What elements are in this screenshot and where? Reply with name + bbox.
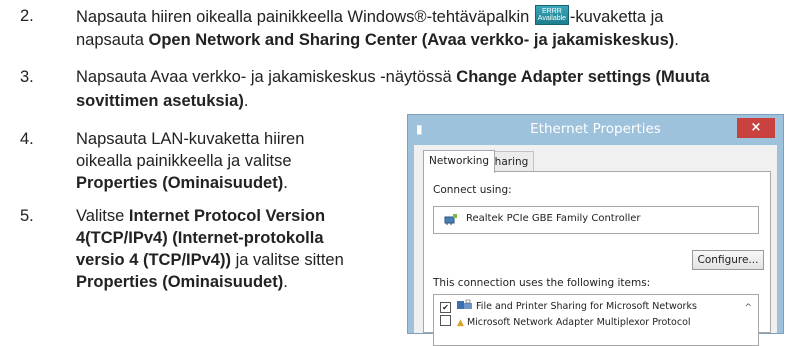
step-bold-text: sovittimen asetuksia) bbox=[76, 92, 244, 110]
network-adapter-icon bbox=[444, 214, 457, 225]
step-bold-text: Internet Protocol Version bbox=[128, 207, 326, 225]
list-item[interactable]: ▲ Microsoft Network Adapter Multiplexor P… bbox=[440, 315, 691, 329]
scroll-up-arrow-icon[interactable]: ^ bbox=[744, 303, 752, 313]
step-text: oikealla painikkeella ja valitse bbox=[76, 152, 292, 170]
ethernet-properties-dialog: ▮ Ethernet Properties × Networking Shari… bbox=[407, 114, 784, 346]
step-number: 3. bbox=[20, 68, 34, 86]
item-label: File and Printer Sharing for Microsoft N… bbox=[476, 301, 697, 312]
items-label: This connection uses the following items… bbox=[433, 277, 651, 289]
step-bold-text: Properties (Ominaisuudet) bbox=[76, 174, 284, 192]
step-text: Valitse bbox=[76, 207, 129, 225]
step-number: 5. bbox=[20, 207, 34, 225]
item-label: Microsoft Network Adapter Multiplexor Pr… bbox=[466, 317, 691, 328]
networking-panel: Connect using: Realtek PCIe GBE Family C… bbox=[423, 171, 771, 346]
step-text: Napsauta LAN-kuvaketta hiiren bbox=[76, 130, 305, 148]
step-bold-text: Change Adapter settings (Muuta bbox=[456, 68, 710, 86]
connection-items-list[interactable]: ✔ File and Printer Sharing for Microsoft… bbox=[433, 294, 759, 346]
close-button[interactable]: × bbox=[737, 118, 775, 138]
step-text: Napsauta hiiren oikealla painikkeella Wi… bbox=[76, 8, 534, 26]
network-taskbar-icon: ERRR Available bbox=[534, 5, 569, 25]
step-text: -kuvaketta ja bbox=[569, 8, 664, 26]
connect-using-label: Connect using: bbox=[433, 184, 512, 196]
adapter-name: Realtek PCIe GBE Family Controller bbox=[466, 213, 641, 224]
dialog-client: Networking Sharing Connect using: Realte… bbox=[414, 145, 777, 346]
dialog-title-bar[interactable]: ▮ Ethernet Properties × bbox=[408, 115, 783, 145]
step-bold-text: Properties (Ominaisuudet) bbox=[76, 273, 284, 291]
protocol-icon: ▲ bbox=[457, 318, 464, 328]
configure-button[interactable]: Configure... bbox=[692, 250, 764, 270]
step-text: Napsauta Avaa verkko- ja jakamiskeskus -… bbox=[76, 68, 457, 86]
step-text: napsauta bbox=[76, 31, 149, 49]
adapter-field: Realtek PCIe GBE Family Controller bbox=[433, 206, 759, 234]
step-number: 4. bbox=[20, 130, 34, 148]
item-checkbox[interactable]: ✔ bbox=[440, 302, 451, 313]
step-bold-text: versio 4 (TCP/IPv4)) bbox=[76, 251, 231, 269]
step-bold-text: Open Network and Sharing Center (Avaa ve… bbox=[148, 31, 675, 49]
file-printer-sharing-icon bbox=[457, 299, 473, 309]
dialog-title: Ethernet Properties bbox=[530, 121, 661, 137]
step-number: 2. bbox=[20, 7, 34, 25]
step-bold-text: 4(TCP/IPv4) (Internet-protokolla bbox=[76, 229, 324, 247]
tab-networking[interactable]: Networking bbox=[423, 150, 496, 173]
list-item[interactable]: ✔ File and Printer Sharing for Microsoft… bbox=[440, 299, 697, 313]
